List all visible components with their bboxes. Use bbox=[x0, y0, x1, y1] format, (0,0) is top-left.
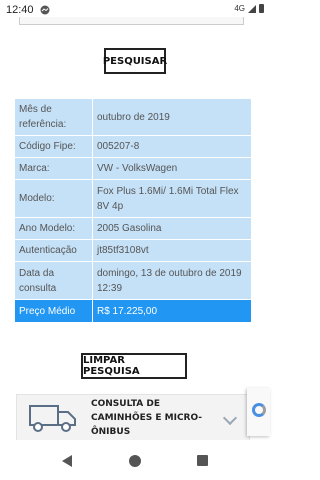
authentication-value: jt85tf3108vt bbox=[92, 239, 252, 262]
battery-icon bbox=[259, 4, 264, 13]
table-row: Código Fipe: 005207-8 bbox=[14, 135, 252, 158]
price-row: Preço Médio R$ 17.225,00 bbox=[14, 299, 252, 323]
accordion-label: CONSULTA DE CAMINHÕES E MICRO-ÔNIBUS bbox=[91, 399, 203, 437]
table-row: Autenticação jt85tf3108vt bbox=[14, 239, 252, 262]
recent-apps-icon[interactable] bbox=[197, 455, 208, 466]
brand-value: VW - VolksWagen bbox=[92, 157, 252, 180]
navigation-bar bbox=[0, 440, 270, 480]
model-year-value: 2005 Gasolina bbox=[92, 217, 252, 240]
average-price-value: R$ 17.225,00 bbox=[92, 299, 252, 323]
network-type: 4G bbox=[234, 4, 245, 13]
authentication-label: Autenticação bbox=[14, 239, 93, 262]
reference-month-label: Mês de referência: bbox=[14, 98, 93, 136]
home-icon[interactable] bbox=[129, 455, 141, 467]
messenger-notification-icon bbox=[40, 5, 50, 15]
fipe-code-label: Código Fipe: bbox=[14, 135, 93, 158]
back-icon[interactable] bbox=[62, 455, 72, 467]
status-icons: 4G bbox=[234, 4, 264, 13]
chevron-down-icon[interactable] bbox=[222, 410, 238, 426]
recaptcha-badge[interactable] bbox=[247, 388, 270, 436]
table-row: Modelo: Fox Plus 1.6Mi/ 1.6Mi Total Flex… bbox=[14, 179, 252, 218]
brand-label: Marca: bbox=[14, 157, 93, 180]
model-label: Modelo: bbox=[14, 179, 93, 218]
search-button[interactable]: PESQUISAR bbox=[103, 48, 167, 74]
signal-icon bbox=[248, 4, 256, 13]
status-time: 12:40 bbox=[6, 4, 34, 16]
fipe-code-value: 005207-8 bbox=[92, 135, 252, 158]
truck-icon bbox=[29, 405, 76, 432]
query-date-value: domingo, 13 de outubro de 2019 12:39 bbox=[92, 261, 252, 300]
trucks-accordion[interactable]: CONSULTA DE CAMINHÕES E MICRO-ÔNIBUS bbox=[16, 394, 250, 442]
table-row: Data da consulta domingo, 13 de outubro … bbox=[14, 261, 252, 300]
results-table: Mês de referência: outubro de 2019 Códig… bbox=[14, 98, 252, 323]
model-year-label: Ano Modelo: bbox=[14, 217, 93, 240]
clear-search-button[interactable]: LIMPAR PESQUISA bbox=[81, 353, 187, 379]
reference-month-value: outubro de 2019 bbox=[92, 98, 252, 136]
form-field-bottom bbox=[19, 17, 244, 25]
average-price-label: Preço Médio bbox=[14, 299, 93, 323]
table-row: Ano Modelo: 2005 Gasolina bbox=[14, 217, 252, 240]
recaptcha-icon bbox=[252, 403, 266, 417]
table-row: Marca: VW - VolksWagen bbox=[14, 157, 252, 180]
query-date-label: Data da consulta bbox=[14, 261, 93, 300]
model-value: Fox Plus 1.6Mi/ 1.6Mi Total Flex 8V 4p bbox=[92, 179, 252, 218]
table-row: Mês de referência: outubro de 2019 bbox=[14, 98, 252, 136]
